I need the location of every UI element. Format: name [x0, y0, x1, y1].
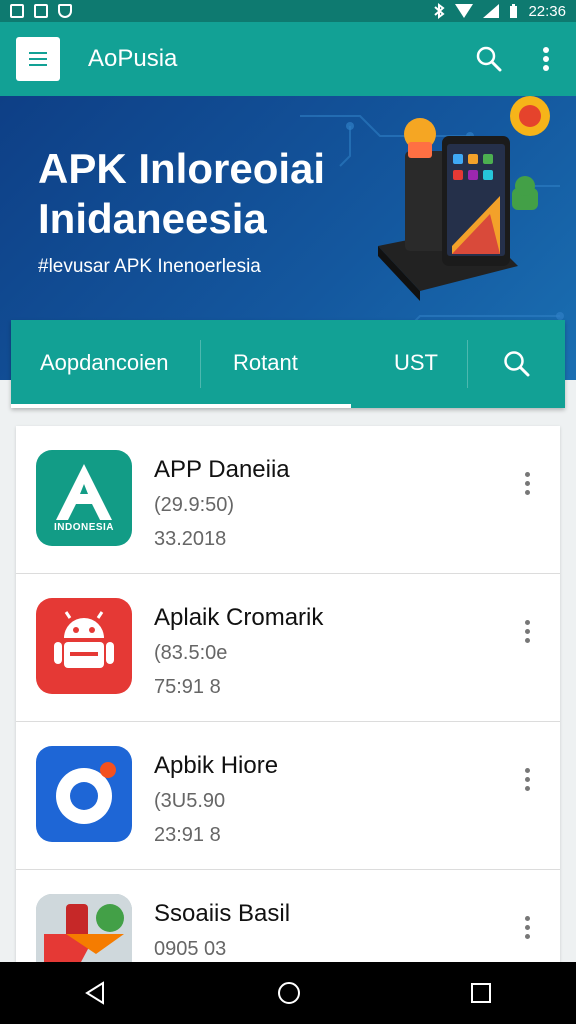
shapes-icon — [36, 894, 132, 962]
system-nav-bar — [0, 962, 576, 1024]
app-size: 33.2018 — [154, 528, 227, 550]
tab-search-icon[interactable] — [503, 350, 531, 378]
tab-aopdancoien[interactable]: Aopdancoien — [40, 350, 168, 376]
tab-divider — [467, 340, 468, 388]
list-item[interactable]: Ssoaiis Basil 0905 03 — [16, 870, 560, 962]
banner-title: APK Inloreoiai Inidaneesia — [38, 145, 326, 242]
app-version: (3U5.90 — [154, 790, 226, 812]
banner-subtitle: #levusar APK Inenoerlesia — [38, 256, 261, 277]
item-more-icon[interactable] — [525, 916, 530, 939]
tab-rotant[interactable]: Rotant — [233, 350, 298, 376]
app-size: 75:91 8 — [154, 676, 221, 698]
back-icon[interactable] — [83, 980, 109, 1006]
home-icon[interactable] — [276, 980, 302, 1006]
app-name: Apbik Hiore — [154, 752, 279, 779]
selected-tab-indicator — [11, 404, 351, 408]
blue-circle-icon — [36, 746, 132, 842]
shield-notification-icon — [58, 4, 72, 18]
battery-icon — [510, 3, 518, 18]
app-version: 0905 03 — [154, 938, 227, 960]
signal-icon — [483, 4, 500, 18]
app-size: 23:91 8 — [154, 824, 221, 846]
app-name: Ssoaiis Basil — [154, 900, 291, 927]
app-name: APP Daneiia — [154, 456, 290, 483]
menu-icon — [29, 52, 47, 54]
image-notification-icon — [10, 4, 24, 18]
status-bar: 22:36 — [0, 0, 576, 22]
phones-illustration — [378, 96, 550, 301]
more-vert-icon[interactable] — [542, 46, 550, 72]
recents-icon[interactable] — [469, 981, 493, 1005]
item-more-icon[interactable] — [525, 472, 530, 495]
item-more-icon[interactable] — [525, 768, 530, 791]
green-a-icon: INDONESIA — [36, 450, 132, 546]
app-bar: AoPusia — [0, 22, 576, 96]
bluetooth-icon — [434, 3, 446, 19]
gallery-notification-icon — [34, 4, 48, 18]
app-list: INDONESIA APP Daneiia (29.9:50) 33.2018 … — [16, 426, 560, 962]
app-version: (29.9:50) — [154, 494, 235, 516]
wifi-icon — [455, 4, 474, 18]
app-name: Aplaik Cromarik — [154, 604, 324, 631]
tab-bar: Aopdancoien Rotant UST — [11, 320, 565, 408]
tab-ust[interactable]: UST — [394, 350, 438, 376]
search-icon[interactable] — [476, 46, 502, 72]
status-time: 22:36 — [528, 2, 566, 20]
tab-divider — [200, 340, 201, 388]
app-title: AoPusia — [88, 45, 178, 72]
list-item[interactable]: Apbik Hiore (3U5.90 23:91 8 — [16, 722, 560, 870]
list-item[interactable]: Aplaik Cromarik (83.5:0e 75:91 8 — [16, 574, 560, 722]
android-red-icon — [36, 598, 132, 694]
menu-button[interactable] — [16, 37, 60, 81]
item-more-icon[interactable] — [525, 620, 530, 643]
app-version: (83.5:0e — [154, 642, 228, 664]
list-item[interactable]: INDONESIA APP Daneiia (29.9:50) 33.2018 — [16, 426, 560, 574]
